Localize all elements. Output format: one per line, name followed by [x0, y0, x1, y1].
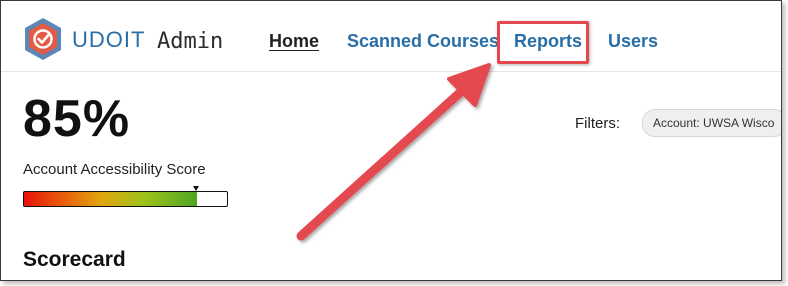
meter-marker-icon [192, 186, 199, 191]
nav-users-link[interactable]: Users [608, 31, 658, 52]
accessibility-score-meter [23, 191, 228, 207]
scorecard-heading: Scorecard [23, 248, 126, 271]
brand-suffix: Admin [157, 29, 224, 54]
filters-label: Filters: [575, 115, 620, 132]
nav-scanned-courses-link[interactable]: Scanned Courses [347, 31, 499, 52]
top-navigation-bar: UDOIT Admin Home Scanned Courses Reports… [1, 1, 781, 72]
accessibility-score-value: 85% [23, 90, 131, 148]
udoit-logo-icon [25, 18, 61, 60]
accessibility-score-meter-fill [24, 192, 197, 206]
screenshot-frame: UDOIT Admin Home Scanned Courses Reports… [0, 0, 782, 281]
brand-name: UDOIT [72, 27, 146, 52]
account-filter-chip[interactable]: Account: UWSA Wisco [642, 109, 781, 137]
nav-home-link[interactable]: Home [269, 31, 319, 52]
accessibility-score-label: Account Accessibility Score [23, 161, 206, 178]
nav-reports-link[interactable]: Reports [514, 31, 582, 52]
